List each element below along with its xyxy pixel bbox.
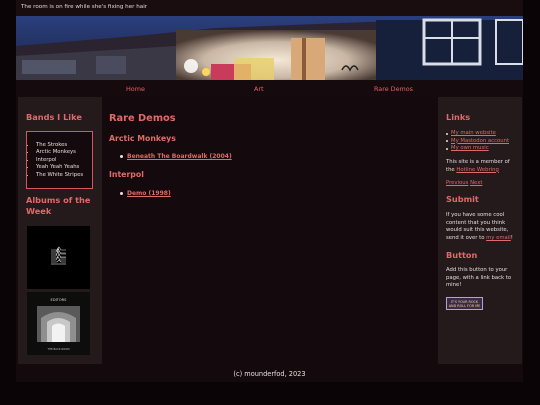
demo-link-beneath-the-boardwalk[interactable]: Beneath The Boardwalk (2004) bbox=[120, 153, 232, 160]
tagline: The room is on fire while she's fixing h… bbox=[21, 4, 148, 10]
album-cover-editors-back-room: EDITORS THE BACK ROOM bbox=[27, 292, 90, 355]
album-title-text: THE BACK ROOM bbox=[48, 347, 70, 351]
page-title: Rare Demos bbox=[109, 113, 176, 124]
band-item: Interpol bbox=[36, 157, 83, 164]
links-list: My main website My Mastodon account My o… bbox=[446, 130, 509, 153]
webring-link[interactable]: Hotline Webring bbox=[456, 167, 498, 173]
right-sidebar: Links My main website My Mastodon accoun… bbox=[438, 97, 522, 364]
link-mastodon[interactable]: My Mastodon account bbox=[446, 138, 509, 146]
webring-previous[interactable]: Previous bbox=[446, 180, 468, 186]
button-text: Add this button to your page, with a lin… bbox=[446, 267, 512, 289]
section-heading-interpol: Interpol bbox=[109, 170, 144, 179]
footer-copyright: (c) mounderfod, 2023 bbox=[233, 370, 306, 378]
bands-list-box: The Strokes Arctic Monkeys Interpol Yeah… bbox=[26, 131, 93, 189]
submit-heading: Submit bbox=[446, 194, 479, 204]
top-bar: The room is on fire while she's fixing h… bbox=[16, 0, 523, 16]
albums-heading: Albums of the Week bbox=[26, 195, 91, 216]
page-wrapper: The room is on fire while she's fixing h… bbox=[16, 0, 523, 382]
left-sidebar: Bands I Like The Strokes Arctic Monkeys … bbox=[18, 97, 102, 364]
link-own-music[interactable]: My own music bbox=[446, 145, 509, 153]
album-band-text: EDITORS bbox=[51, 298, 68, 302]
main-content: Rare Demos Arctic Monkeys Beneath The Bo… bbox=[109, 97, 431, 364]
band-item: Yeah Yeah Yeahs bbox=[36, 164, 83, 171]
header-banner-image bbox=[16, 16, 523, 80]
nav-art[interactable]: Art bbox=[254, 85, 264, 93]
button-heading: Button bbox=[446, 250, 478, 260]
album-cover-unknown-pleasures bbox=[27, 226, 90, 289]
site-88x31-button[interactable]: IT'S YOUR ROCK AND ROLL FOR ME bbox=[446, 297, 483, 310]
email-link[interactable]: my email bbox=[486, 235, 511, 241]
section-heading-arctic-monkeys: Arctic Monkeys bbox=[109, 134, 176, 143]
webring-nav: Previous Next bbox=[446, 180, 516, 188]
bands-heading: Bands I Like bbox=[26, 112, 82, 122]
webring-next[interactable]: Next bbox=[470, 180, 482, 186]
main-nav: Home Art Rare Demos bbox=[16, 80, 523, 97]
band-item: The White Stripes bbox=[36, 172, 83, 179]
band-item: Arctic Monkeys bbox=[36, 149, 83, 156]
link-main-website[interactable]: My main website bbox=[446, 130, 509, 138]
band-item: The Strokes bbox=[36, 142, 83, 149]
webring-text: This site is a member of the Hotline Web… bbox=[446, 159, 510, 173]
nav-rare-demos[interactable]: Rare Demos bbox=[374, 85, 413, 93]
submit-text: If you have some cool content that you t… bbox=[446, 212, 513, 241]
links-heading: Links bbox=[446, 112, 471, 122]
demo-link-interpol-demo[interactable]: Demo (1998) bbox=[120, 190, 171, 197]
nav-home[interactable]: Home bbox=[126, 85, 145, 93]
